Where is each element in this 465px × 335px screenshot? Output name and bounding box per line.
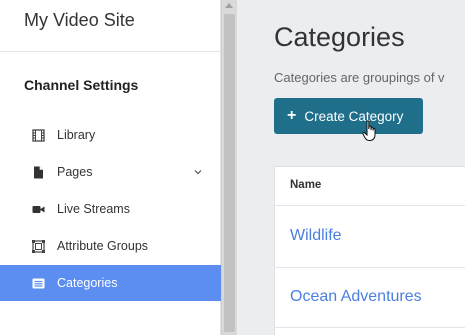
scroll-up-arrow-icon[interactable] bbox=[225, 3, 233, 8]
sidebar-item-pages[interactable]: Pages bbox=[0, 154, 221, 190]
sidebar-scrollbar[interactable] bbox=[221, 0, 237, 335]
divider bbox=[275, 267, 465, 268]
video-camera-icon bbox=[32, 206, 45, 213]
sidebar-item-library[interactable]: Library bbox=[0, 117, 221, 153]
divider bbox=[275, 327, 465, 328]
main-content: Categories Categories are groupings of v… bbox=[237, 0, 465, 335]
sidebar-item-attribute-groups[interactable]: Attribute Groups bbox=[0, 228, 221, 264]
sidebar-item-label: Categories bbox=[57, 276, 118, 290]
sidebar-item-label: Attribute Groups bbox=[57, 239, 149, 253]
section-title: Channel Settings bbox=[24, 77, 139, 93]
category-link-ocean-adventures[interactable]: Ocean Adventures bbox=[290, 288, 422, 306]
divider bbox=[0, 51, 221, 52]
sidebar: My Video Site Channel Settings Library P… bbox=[0, 0, 221, 335]
page-description: Categories are groupings of v bbox=[274, 70, 445, 85]
category-link-wildlife[interactable]: Wildlife bbox=[290, 227, 342, 245]
create-category-button[interactable]: + Create Category bbox=[274, 98, 423, 134]
chevron-down-icon[interactable] bbox=[193, 167, 203, 177]
sidebar-item-label: Pages bbox=[57, 165, 93, 179]
site-title: My Video Site bbox=[24, 10, 135, 30]
divider bbox=[275, 205, 465, 206]
plus-icon: + bbox=[287, 107, 297, 124]
hand-pointer-cursor-icon bbox=[362, 120, 376, 141]
scrollbar-thumb[interactable] bbox=[224, 14, 235, 332]
create-category-label: Create Category bbox=[304, 108, 404, 124]
film-icon bbox=[32, 129, 45, 142]
sidebar-item-label: Library bbox=[57, 128, 96, 142]
sidebar-item-categories[interactable]: Categories bbox=[0, 265, 221, 301]
categories-table: Name Wildlife Ocean Adventures bbox=[274, 166, 465, 335]
page-icon bbox=[34, 166, 43, 179]
attribute-groups-icon bbox=[32, 240, 45, 253]
page-title: Categories bbox=[274, 22, 405, 52]
sidebar-item-label: Live Streams bbox=[57, 202, 130, 216]
list-icon bbox=[32, 278, 45, 289]
sidebar-item-live-streams[interactable]: Live Streams bbox=[0, 191, 221, 227]
column-header-name[interactable]: Name bbox=[290, 179, 321, 191]
